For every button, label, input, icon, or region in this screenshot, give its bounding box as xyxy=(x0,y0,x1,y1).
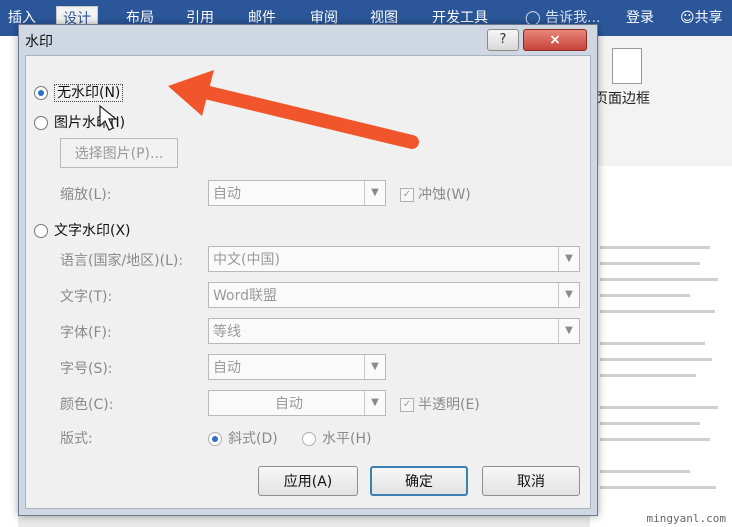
watermark-dialog: 水印 ? × 无水印(N) 图片水印(I) 选择图片(P)... 缩放(L): … xyxy=(18,24,598,516)
no-watermark-radio[interactable] xyxy=(34,86,48,100)
text-watermark-label: 文字水印(X) xyxy=(54,223,131,239)
chevron-down-icon: ▼ xyxy=(558,319,579,343)
help-button[interactable]: ? xyxy=(487,29,519,51)
color-label: 颜色(C): xyxy=(60,397,114,413)
scale-label: 缩放(L): xyxy=(60,187,112,203)
dialog-title: 水印 xyxy=(25,34,53,50)
cancel-button[interactable]: 取消 xyxy=(482,466,580,496)
diagonal-radio[interactable] xyxy=(208,432,222,446)
dialog-body: 无水印(N) 图片水印(I) 选择图片(P)... 缩放(L): 自动 ▼ ✓ 冲… xyxy=(25,55,591,509)
font-label: 字体(F): xyxy=(60,325,112,341)
picture-watermark-option[interactable]: 图片水印(I) xyxy=(34,112,125,132)
chevron-down-icon: ▼ xyxy=(364,181,385,205)
horizontal-radio[interactable] xyxy=(302,432,316,446)
page-border-button[interactable]: 页面边框 xyxy=(594,44,664,114)
layout-label: 版式: xyxy=(60,431,93,447)
chevron-down-icon: ▼ xyxy=(364,355,385,379)
picture-watermark-label: 图片水印(I) xyxy=(54,115,126,131)
scale-select[interactable]: 自动 ▼ xyxy=(208,180,386,206)
chevron-down-icon: ▼ xyxy=(364,391,385,415)
chevron-down-icon: ▼ xyxy=(558,283,579,307)
color-select[interactable]: 自动 ▼ xyxy=(208,390,386,416)
washout-label: 冲蚀(W) xyxy=(418,187,471,203)
size-select[interactable]: 自动 ▼ xyxy=(208,354,386,380)
washout-checkbox[interactable]: ✓ xyxy=(400,188,414,202)
language-label: 语言(国家/地区)(L): xyxy=(60,253,184,269)
semitransparent-option[interactable]: ✓ 半透明(E) xyxy=(400,394,480,414)
share-button[interactable]: ☺共享 xyxy=(680,6,723,30)
no-watermark-label: 无水印(N) xyxy=(54,84,124,102)
text-label: 文字(T): xyxy=(60,289,113,305)
semitransparent-checkbox[interactable]: ✓ xyxy=(400,398,414,412)
document-page xyxy=(590,166,732,527)
semitransparent-label: 半透明(E) xyxy=(418,397,480,413)
diagonal-label: 斜式(D) xyxy=(228,431,278,447)
picture-watermark-radio[interactable] xyxy=(34,116,48,130)
close-button[interactable]: × xyxy=(523,29,587,51)
text-combobox[interactable]: Word联盟 ▼ xyxy=(208,282,580,308)
font-select[interactable]: 等线 ▼ xyxy=(208,318,580,344)
size-label: 字号(S): xyxy=(60,361,113,377)
page-border-icon xyxy=(612,48,642,84)
select-picture-button[interactable]: 选择图片(P)... xyxy=(60,138,178,168)
chevron-down-icon: ▼ xyxy=(558,247,579,271)
text-watermark-option[interactable]: 文字水印(X) xyxy=(34,220,131,240)
apply-button[interactable]: 应用(A) xyxy=(258,466,358,496)
site-watermark: mingyanl.com xyxy=(646,512,726,525)
login-link[interactable]: 登录 xyxy=(626,6,654,30)
user-icon: ☺ xyxy=(680,10,695,26)
horizontal-option[interactable]: 水平(H) xyxy=(302,428,371,448)
washout-option[interactable]: ✓ 冲蚀(W) xyxy=(400,184,471,204)
page-border-label: 页面边框 xyxy=(594,91,650,107)
ok-button[interactable]: 确定 xyxy=(370,466,468,496)
horizontal-label: 水平(H) xyxy=(322,431,372,447)
text-watermark-radio[interactable] xyxy=(34,224,48,238)
no-watermark-option[interactable]: 无水印(N) xyxy=(34,82,124,102)
diagonal-option[interactable]: 斜式(D) xyxy=(208,428,278,448)
document-left-margin xyxy=(0,36,18,527)
language-select[interactable]: 中文(中国) ▼ xyxy=(208,246,580,272)
